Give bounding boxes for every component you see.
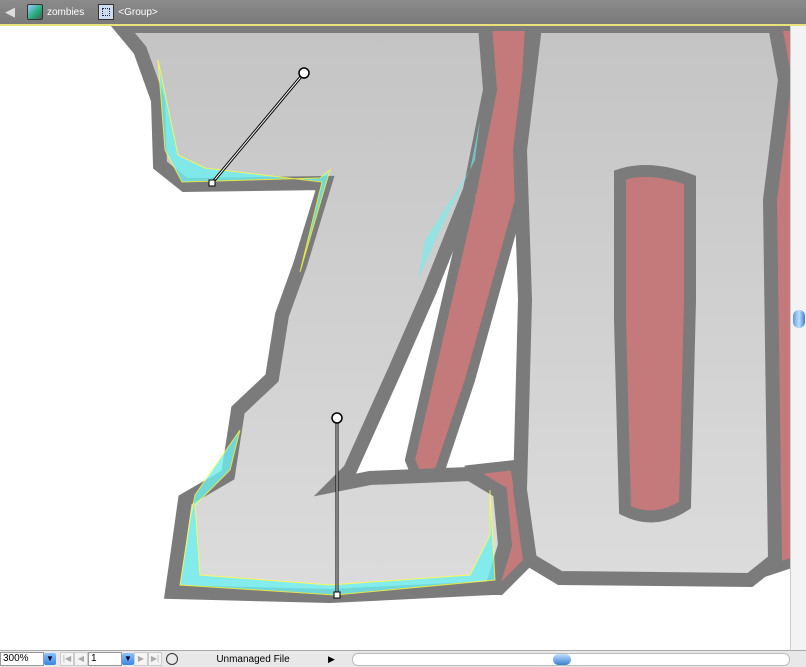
next-page-icon[interactable]: ▶ — [134, 652, 148, 666]
anchor-point — [208, 179, 216, 187]
back-arrow-icon[interactable]: ◀ — [5, 5, 21, 18]
right-leg-hole — [614, 165, 696, 523]
bezier-handle — [298, 67, 310, 79]
file-status: Unmanaged File — [216, 653, 290, 665]
last-page-icon[interactable]: ▶| — [148, 652, 162, 666]
vertical-scroll-thumb[interactable] — [793, 310, 805, 328]
prev-page-icon[interactable]: ◀ — [74, 652, 88, 666]
horizontal-scrollbar[interactable] — [352, 653, 790, 666]
breadcrumb-group[interactable]: <Group> — [118, 7, 157, 18]
status-bar: 300% ▼ |◀ ◀ 1 ▼ ▶ ▶| Unmanaged File ▶ — [0, 650, 806, 667]
breadcrumb-bar: ◀ zombies <Group> — [0, 0, 806, 26]
layer-icon — [27, 4, 43, 20]
anchor-point — [333, 591, 341, 599]
page-dropdown-icon[interactable]: ▼ — [122, 653, 134, 665]
version-cue-icon[interactable] — [166, 653, 178, 665]
bezier-handle — [331, 412, 343, 424]
group-icon — [98, 4, 115, 20]
breadcrumb-layer[interactable]: zombies — [47, 7, 84, 18]
zoom-field[interactable]: 300% — [0, 652, 44, 666]
zoom-dropdown-icon[interactable]: ▼ — [44, 653, 56, 665]
play-triangle-icon[interactable]: ▶ — [328, 654, 335, 665]
page-field[interactable]: 1 — [88, 652, 122, 666]
artboard-canvas[interactable] — [0, 26, 790, 650]
first-page-icon[interactable]: |◀ — [60, 652, 74, 666]
artwork — [110, 26, 790, 604]
horizontal-scroll-thumb[interactable] — [553, 654, 571, 665]
vertical-scrollbar[interactable] — [790, 26, 806, 650]
